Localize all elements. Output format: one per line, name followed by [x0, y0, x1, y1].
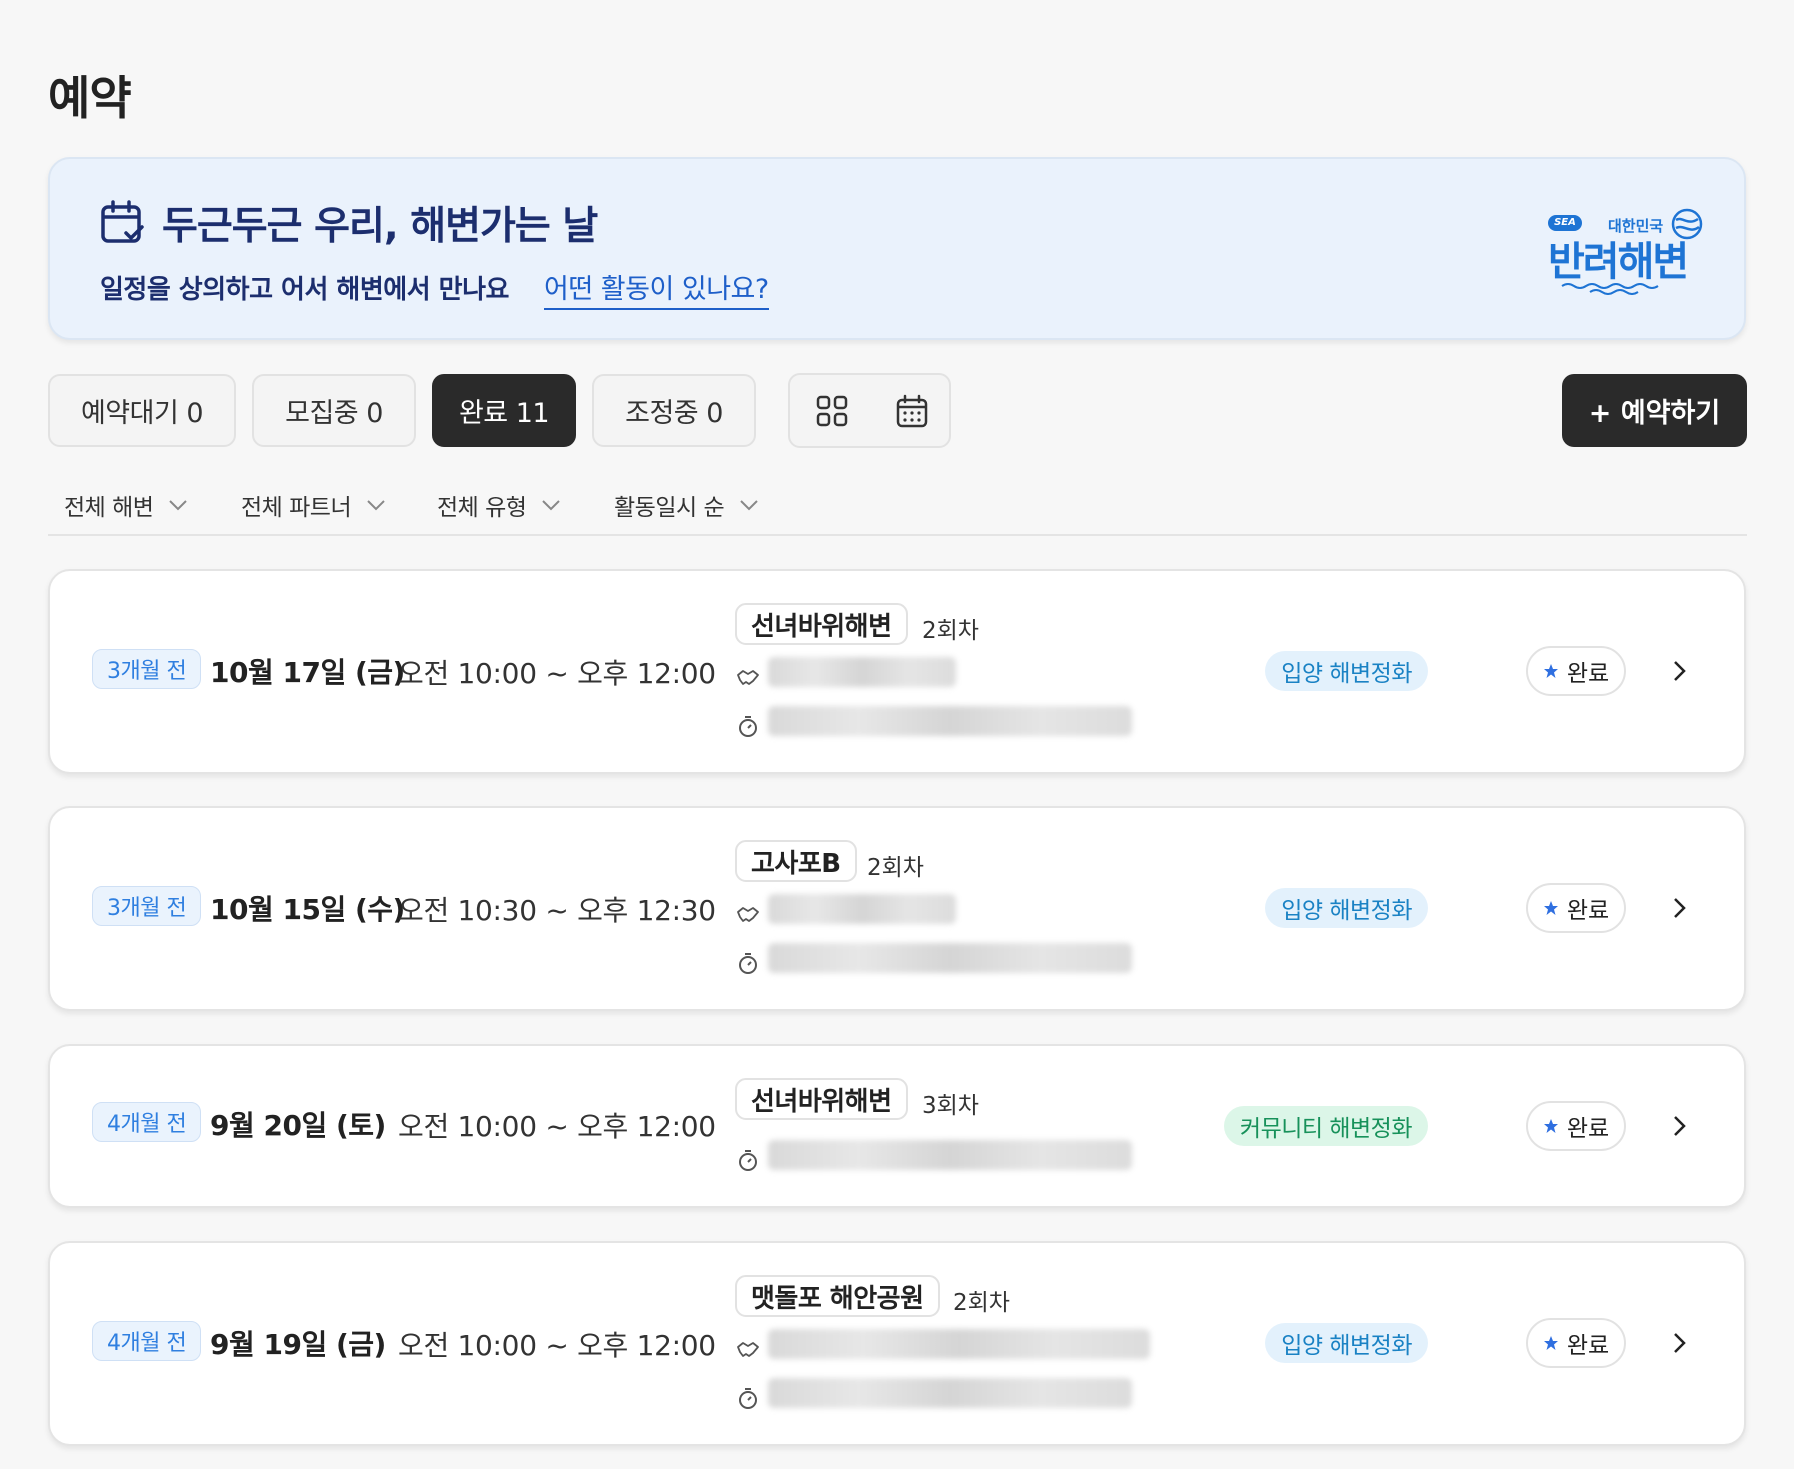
star-icon — [1543, 1119, 1558, 1133]
brand-logo: SEA 대한민국 반려해변 — [1540, 205, 1710, 299]
chevron-right-icon[interactable] — [1671, 1331, 1687, 1355]
blurred-detail — [768, 1140, 1132, 1170]
blurred-partner — [768, 1329, 1150, 1359]
star-icon — [1543, 901, 1558, 915]
activity-type-badge: 입양 해변정화 — [1265, 888, 1428, 928]
status-label: 완료 — [1566, 1333, 1610, 1359]
reservation-card[interactable]: 3개월 전 10월 17일 (금) 오전 10:00 ~ 오후 12:00 선녀… — [48, 569, 1746, 774]
reservation-date: 10월 17일 (금) — [210, 656, 405, 689]
session-count: 2회차 — [867, 855, 924, 881]
filter-divider — [48, 534, 1747, 536]
activity-info-link[interactable]: 어떤 활동이 있나요? — [544, 267, 769, 310]
status-label: 완료 — [1566, 898, 1610, 924]
filter-sort[interactable]: 활동일시 순 — [614, 488, 760, 522]
blurred-detail — [768, 706, 1132, 736]
info-banner: 두근두근 우리, 해변가는 날 일정을 상의하고 어서 해변에서 만나요 어떤 … — [48, 157, 1746, 340]
blurred-detail — [768, 1378, 1132, 1408]
reservation-card[interactable]: 3개월 전 10월 15일 (수) 오전 10:30 ~ 오후 12:30 고사… — [48, 806, 1746, 1011]
wave-icon — [1561, 283, 1659, 295]
status-label: 완료 — [1566, 1116, 1610, 1142]
beach-name: 고사포B — [735, 840, 857, 882]
tab-completed[interactable]: 완료 11 — [432, 374, 576, 447]
reservation-card[interactable]: 4개월 전 9월 19일 (금) 오전 10:00 ~ 오후 12:00 맷돌포… — [48, 1241, 1746, 1446]
new-reservation-button[interactable]: + 예약하기 — [1562, 374, 1747, 447]
chevron-down-icon — [740, 500, 758, 511]
filter-partner[interactable]: 전체 파트너 — [241, 488, 387, 522]
blurred-partner — [768, 894, 956, 924]
tab-waiting[interactable]: 예약대기 0 — [48, 374, 236, 447]
reservation-time: 오전 10:00 ~ 오후 12:00 — [398, 1110, 716, 1143]
reservation-date: 10월 15일 (수) — [210, 893, 405, 926]
beach-name: 맷돌포 해안공원 — [735, 1275, 940, 1317]
beach-name: 선녀바위해변 — [735, 603, 908, 645]
filter-label: 전체 해변 — [64, 495, 154, 521]
timer-icon — [739, 1150, 757, 1171]
chevron-right-icon[interactable] — [1671, 1114, 1687, 1138]
status-badge: 완료 — [1526, 1101, 1626, 1151]
grid-icon[interactable] — [814, 393, 850, 429]
filter-label: 활동일시 순 — [614, 495, 725, 521]
chevron-down-icon — [169, 500, 188, 511]
handshake-icon — [737, 907, 759, 922]
beach-name: 선녀바위해변 — [735, 1078, 908, 1120]
reservation-card[interactable]: 4개월 전 9월 20일 (토) 오전 10:00 ~ 오후 12:00 선녀바… — [48, 1044, 1746, 1208]
star-icon — [1543, 1336, 1558, 1350]
page-title: 예약 — [48, 71, 132, 125]
timer-icon — [739, 716, 757, 737]
star-icon — [1543, 664, 1558, 678]
tab-recruiting[interactable]: 모집중 0 — [252, 374, 416, 447]
calendar-icon[interactable] — [894, 393, 930, 429]
session-count: 2회차 — [953, 1290, 1010, 1316]
blurred-detail — [768, 943, 1132, 973]
chevron-right-icon[interactable] — [1671, 659, 1687, 683]
view-toggle — [788, 373, 951, 448]
filter-label: 전체 유형 — [437, 495, 527, 521]
session-count: 2회차 — [922, 618, 979, 644]
reservation-time: 오전 10:00 ~ 오후 12:00 — [398, 1329, 716, 1362]
chevron-right-icon[interactable] — [1671, 896, 1687, 920]
banner-headline: 두근두근 우리, 해변가는 날 — [162, 204, 598, 249]
status-badge: 완료 — [1526, 1318, 1626, 1368]
time-ago-badge: 4개월 전 — [92, 1321, 202, 1361]
session-count: 3회차 — [922, 1093, 979, 1119]
time-ago-badge: 4개월 전 — [92, 1102, 202, 1142]
status-badge: 완료 — [1526, 646, 1626, 696]
reservation-date: 9월 19일 (금) — [210, 1328, 386, 1361]
chevron-down-icon — [367, 500, 385, 511]
time-ago-badge: 3개월 전 — [92, 886, 202, 926]
blurred-partner — [768, 657, 956, 687]
handshake-icon — [737, 670, 759, 685]
activity-type-badge: 입양 해변정화 — [1265, 1323, 1428, 1363]
chevron-down-icon — [542, 500, 561, 511]
tab-adjusting[interactable]: 조정중 0 — [592, 374, 756, 447]
filter-beach[interactable]: 전체 해변 — [64, 488, 189, 522]
filter-type[interactable]: 전체 유형 — [437, 488, 562, 522]
banner-subtitle: 일정을 상의하고 어서 해변에서 만나요 — [100, 275, 509, 305]
timer-icon — [739, 953, 757, 974]
status-label: 완료 — [1566, 661, 1610, 687]
filter-label: 전체 파트너 — [241, 495, 352, 521]
activity-type-badge: 입양 해변정화 — [1265, 651, 1428, 691]
reservation-time: 오전 10:30 ~ 오후 12:30 — [398, 894, 716, 927]
time-ago-badge: 3개월 전 — [92, 649, 202, 689]
reservation-date: 9월 20일 (토) — [210, 1109, 386, 1142]
calendar-check-icon — [101, 200, 144, 243]
activity-type-badge: 커뮤니티 해변정화 — [1223, 1106, 1428, 1146]
reservation-time: 오전 10:00 ~ 오후 12:00 — [398, 657, 716, 690]
timer-icon — [739, 1388, 757, 1409]
status-badge: 완료 — [1526, 883, 1626, 933]
handshake-icon — [737, 1342, 759, 1357]
